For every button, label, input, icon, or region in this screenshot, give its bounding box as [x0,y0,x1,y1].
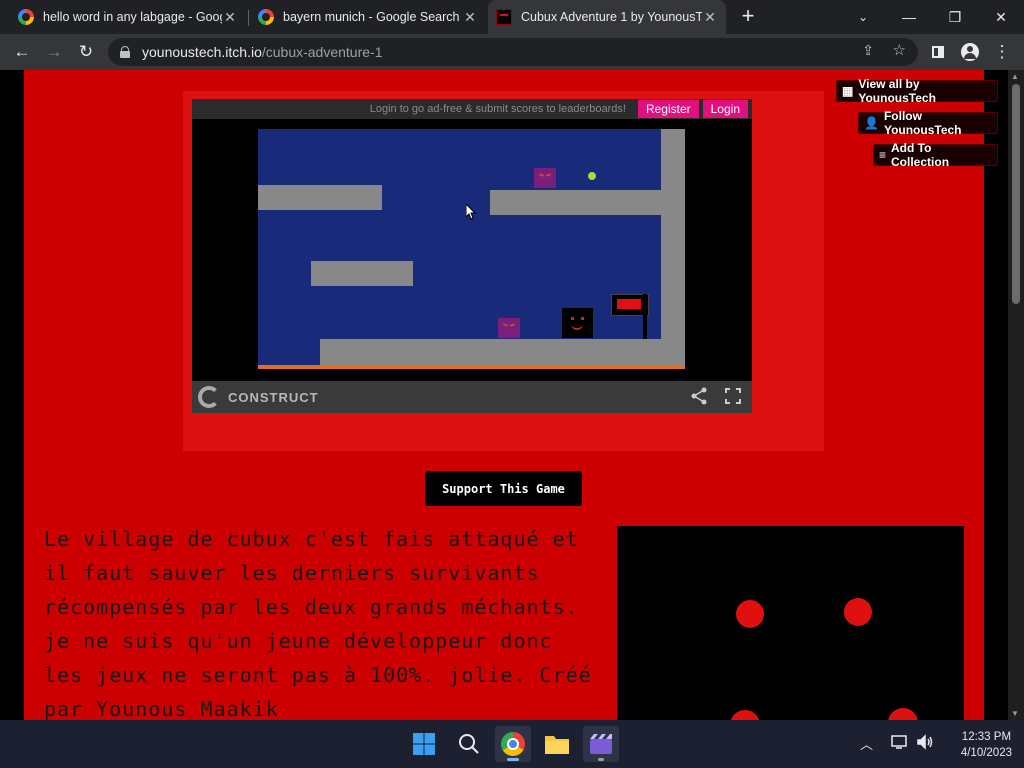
follow-label: Follow YounousTech [883,109,962,137]
login-message: Login to go ad-free & submit scores to l… [369,103,626,115]
new-tab-button[interactable]: + [736,5,760,28]
minimize-button[interactable]: — [886,0,932,34]
close-tab-icon[interactable]: ✕ [462,9,478,26]
web-page: Login to go ad-free & submit scores to l… [0,70,1024,720]
enemy-cube [498,318,520,338]
google-icon [18,9,34,25]
mouse-cursor-icon [465,202,477,220]
url-path: /cubux-adventure-1 [261,44,383,60]
platform [258,185,382,210]
player-cube [562,308,593,338]
login-button[interactable]: Login [702,100,748,118]
share-icon[interactable]: ⇪ [862,42,874,59]
chrome-icon[interactable] [495,726,531,762]
address-bar[interactable]: younoustech.itch.io/cubux-adventure-1 ⇪ … [108,38,918,66]
game-embed[interactable]: Login to go ad-free & submit scores to l… [192,99,752,413]
red-dot [844,598,872,626]
tab-title: bayern munich - Google Search [283,10,460,24]
url-host: younoustech.itch.io [142,44,262,60]
game-description: Le village de cubux c'est fais attaqué e… [44,527,592,720]
red-dot [736,600,764,628]
search-icon[interactable] [451,726,487,762]
login-bar: Login to go ad-free & submit scores to l… [192,99,752,119]
tab-1[interactable]: hello word in any labgage - Goog ✕ [10,0,246,34]
menu-kebab-icon[interactable]: ⋮ [990,40,1014,64]
game-canvas[interactable] [258,129,685,369]
add-collection-label: Add To Collection [891,141,950,169]
wall [661,129,685,369]
share-icon[interactable] [690,387,708,410]
volume-icon[interactable] [916,734,934,755]
engine-label: CONSTRUCT [228,389,319,405]
close-tab-icon[interactable]: ✕ [702,9,718,26]
construct-logo-icon [198,386,220,408]
tab-strip: hello word in any labgage - Goog ✕ bayer… [0,0,1024,34]
tab-title: hello word in any labgage - Goog [43,10,222,24]
playlist-add-icon: ≡ [879,148,887,162]
support-game-button[interactable]: Support This Game [425,471,582,506]
red-dot [730,710,760,720]
tab-3-active[interactable]: Cubux Adventure 1 by YounousTe ✕ [488,0,726,34]
clock-date: 4/10/2023 [960,747,1012,759]
scroll-up-icon[interactable]: ▲ [1011,72,1019,81]
show-hidden-icons-chevron-icon[interactable]: ︿ [860,734,873,753]
profile-avatar-icon[interactable] [958,40,982,64]
game-screenshot[interactable] [617,526,964,720]
network-icon[interactable] [891,734,909,755]
tab-search-icon[interactable]: ⌄ [840,0,886,34]
lava-strip [258,365,685,369]
tab-divider [248,10,249,26]
file-explorer-icon[interactable] [539,726,575,762]
follow-button[interactable]: 👤 Follow YounousTech [858,109,998,137]
platform [490,190,685,215]
page-scrollbar[interactable]: ▲ ▼ [1008,70,1024,720]
register-button[interactable]: Register [637,100,699,118]
tab-title: Cubux Adventure 1 by YounousTe [521,10,702,24]
restore-button[interactable]: ❐ [932,0,978,34]
store-icon: ▦ [842,84,854,98]
google-icon [258,9,274,25]
red-dot [888,708,918,720]
back-arrow-icon[interactable]: ← [10,40,34,64]
coin-icon [588,172,596,180]
browser-toolbar: ← → ↻ younoustech.itch.io/cubux-adventur… [0,34,1024,70]
game-controls-bar: CONSTRUCT [192,381,752,413]
add-user-icon: 👤 [864,116,879,130]
enemy-cube [534,168,556,188]
clock-time: 12:33 PM [961,731,1012,743]
scrollbar-thumb[interactable] [1012,84,1020,304]
add-collection-button[interactable]: ≡ Add To Collection [873,141,998,169]
close-window-button[interactable]: ✕ [978,0,1024,34]
forward-arrow-icon[interactable]: → [42,40,66,64]
ground-platform [320,339,685,365]
close-tab-icon[interactable]: ✕ [222,9,238,26]
clipchamp-app-icon[interactable] [583,726,619,762]
system-clock[interactable]: 12:33 PM 4/10/2023 [961,729,1012,761]
windows-taskbar: ︿ 12:33 PM 4/10/2023 [0,720,1024,768]
platform [311,261,413,286]
side-panel-icon[interactable] [926,40,950,64]
cubux-favicon-icon [496,9,512,25]
tab-2[interactable]: bayern munich - Google Search ✕ [250,0,486,34]
windows-start-icon[interactable] [406,726,442,762]
view-all-button[interactable]: ▦ View all by YounousTech [836,77,998,105]
fullscreen-icon[interactable] [725,388,741,409]
view-all-label: View all by YounousTech [858,77,936,105]
bookmark-star-icon[interactable]: ☆ [893,41,906,59]
scroll-down-icon[interactable]: ▼ [1011,709,1019,718]
reload-icon[interactable]: ↻ [74,40,98,64]
lock-icon [120,46,130,58]
